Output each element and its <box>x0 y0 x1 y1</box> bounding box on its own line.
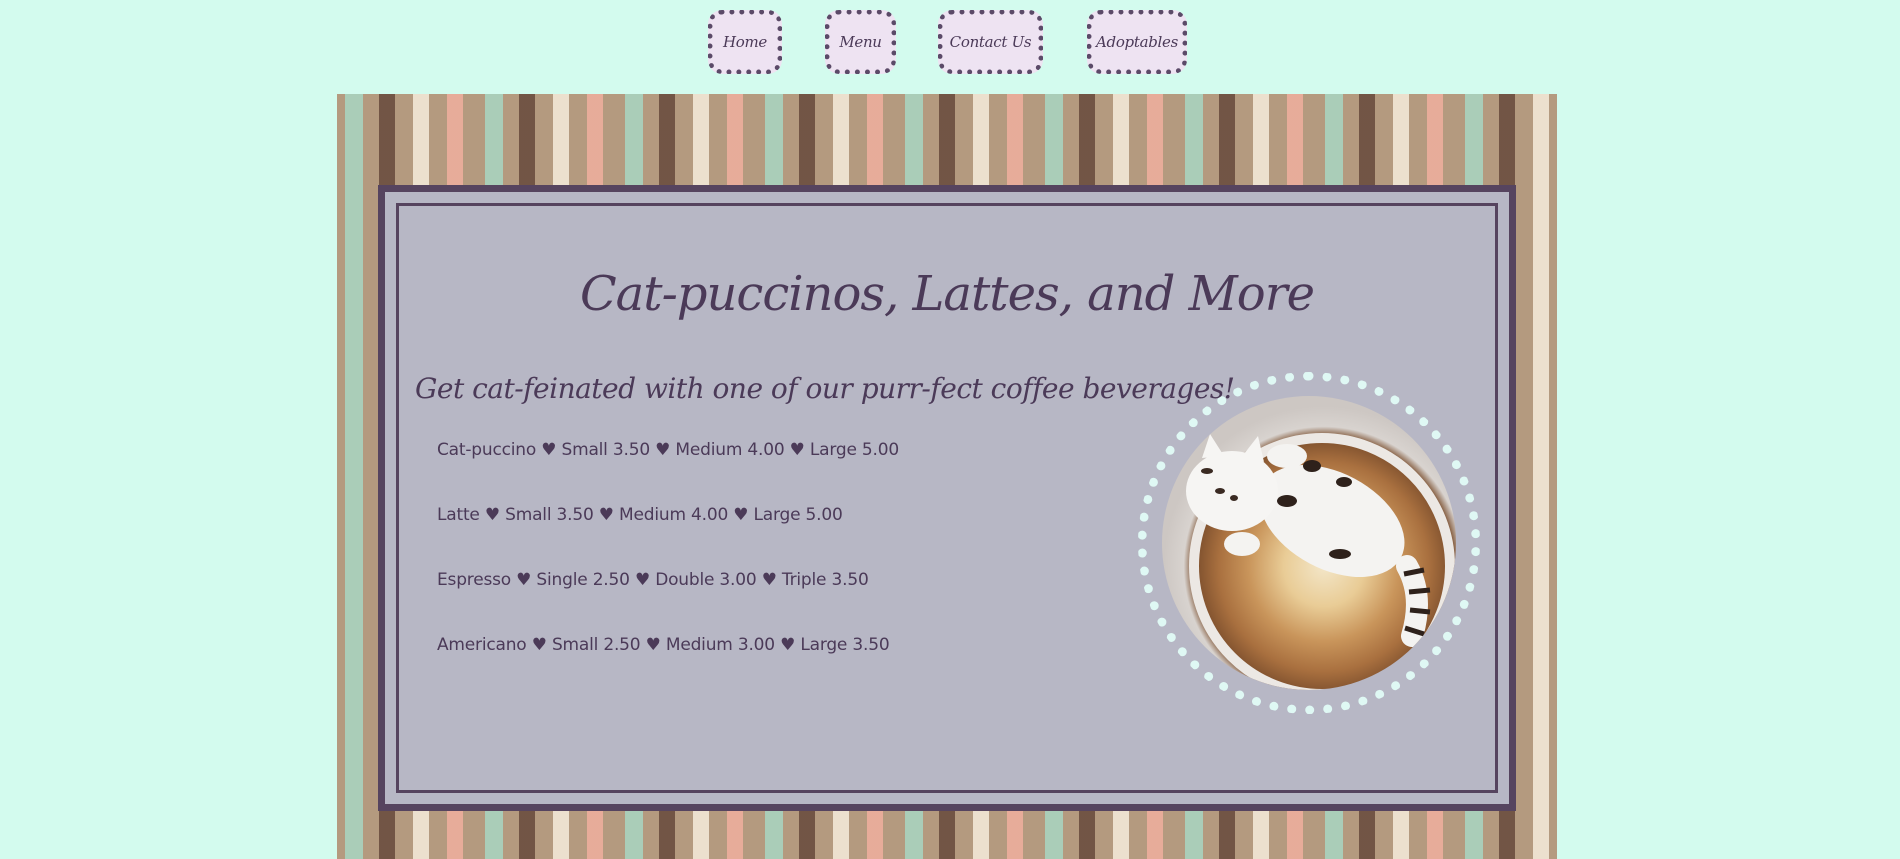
nav-adoptables-button[interactable]: Adoptables <box>1087 10 1187 74</box>
nav-home-button[interactable]: Home <box>708 10 782 74</box>
nav-contact-button[interactable]: Contact Us <box>938 10 1043 74</box>
cat-latte-art-photo <box>1162 396 1456 690</box>
menu-panel: Cat-puccinos, Lattes, and More Get cat-f… <box>378 185 1516 811</box>
menu-item-cat-puccino: Cat-puccino ♥ Small 3.50 ♥ Medium 4.00 ♥… <box>437 440 899 460</box>
nav-menu-button[interactable]: Menu <box>825 10 896 74</box>
page-title: Cat-puccinos, Lattes, and More <box>579 266 1315 322</box>
page-subtitle: Get cat-feinated with one of our purr-fe… <box>415 372 1235 405</box>
menu-item-espresso: Espresso ♥ Single 2.50 ♥ Double 3.00 ♥ T… <box>437 570 869 590</box>
main-nav: Home Menu Contact Us Adoptables <box>0 10 1900 74</box>
coffee-photo-frame <box>1138 372 1480 714</box>
menu-item-americano: Americano ♥ Small 2.50 ♥ Medium 3.00 ♥ L… <box>437 635 890 655</box>
cat-latte-art-image <box>1186 433 1455 690</box>
drink-menu-list: Cat-puccino ♥ Small 3.50 ♥ Medium 4.00 ♥… <box>437 440 899 700</box>
menu-item-latte: Latte ♥ Small 3.50 ♥ Medium 4.00 ♥ Large… <box>437 505 843 525</box>
